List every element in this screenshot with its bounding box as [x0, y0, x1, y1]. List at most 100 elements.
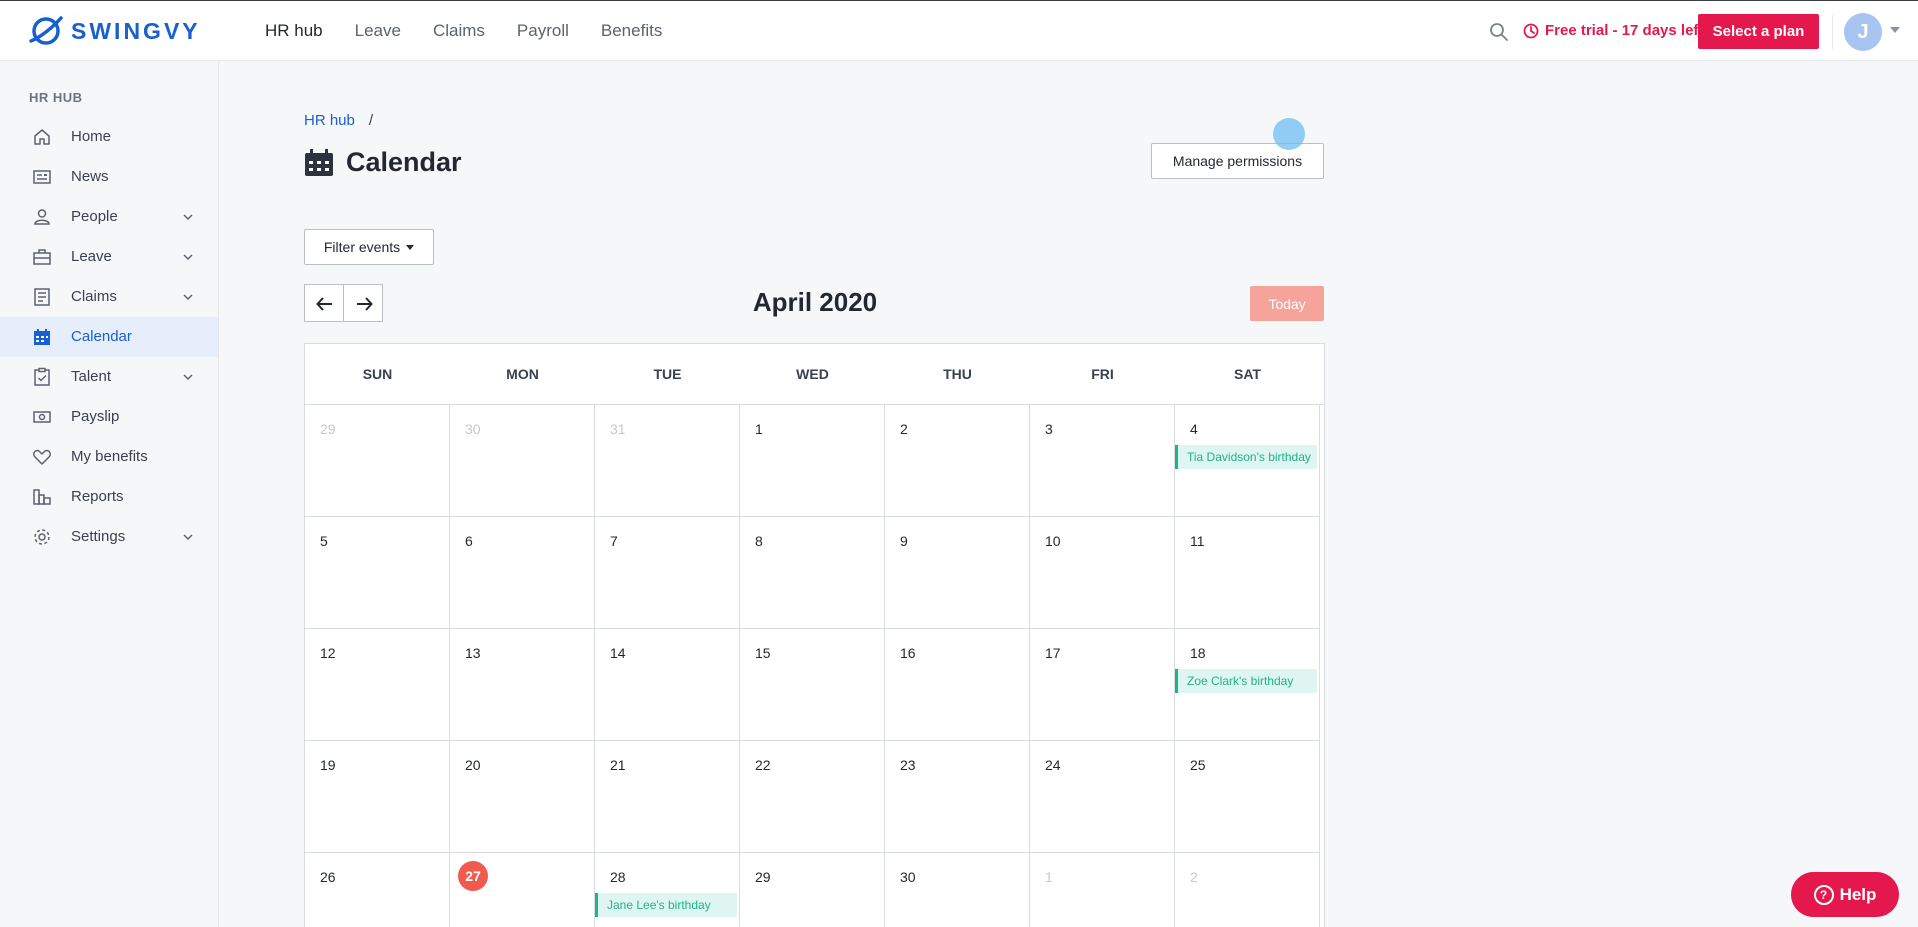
search-icon[interactable] [1489, 22, 1509, 42]
news-icon [33, 170, 51, 184]
calendar-day-cell[interactable]: 10 [1030, 517, 1175, 629]
calendar-day-cell[interactable]: 12 [305, 629, 450, 741]
breadcrumb-hr-hub[interactable]: HR hub [304, 112, 355, 129]
day-number: 15 [755, 645, 771, 661]
day-number: 14 [610, 645, 626, 661]
calendar-day-cell[interactable]: 14 [595, 629, 740, 741]
filter-events-button[interactable]: Filter events [304, 229, 434, 265]
sidebar-item-calendar[interactable]: Calendar [0, 317, 218, 357]
chevron-down-icon[interactable] [182, 371, 194, 383]
calendar-day-cell[interactable]: 19 [305, 741, 450, 853]
calendar-day-cell[interactable]: 27 [450, 853, 595, 927]
page-title-text: Calendar [346, 147, 462, 177]
sidebar-item-my-benefits[interactable]: My benefits [0, 437, 218, 477]
calendar-day-cell[interactable]: 1 [1030, 853, 1175, 927]
calendar-day-cell[interactable]: 9 [885, 517, 1030, 629]
sidebar-item-talent[interactable]: Talent [0, 357, 218, 397]
day-number: 3 [1045, 421, 1053, 437]
calendar-day-cell[interactable]: 2 [885, 405, 1030, 517]
calendar-event-birthday[interactable]: Jane Lee's birthday [595, 893, 737, 917]
calendar-day-cell[interactable]: 20 [450, 741, 595, 853]
day-number: 30 [465, 421, 481, 437]
sidebar-item-news[interactable]: News [0, 157, 218, 197]
calendar-day-cell[interactable]: 7 [595, 517, 740, 629]
topnav-benefits[interactable]: Benefits [601, 21, 662, 41]
calendar-day-cell[interactable]: 18 Zoe Clark's birthday [1175, 629, 1320, 741]
calendar-day-cell[interactable]: 5 [305, 517, 450, 629]
topnav-leave[interactable]: Leave [355, 21, 401, 41]
sidebar-item-payslip[interactable]: Payslip [0, 397, 218, 437]
gear-icon [34, 529, 50, 545]
prev-month-button[interactable] [304, 284, 344, 322]
calendar-day-cell[interactable]: 29 [740, 853, 885, 927]
chevron-down-icon[interactable] [182, 211, 194, 223]
day-number: 2 [1190, 869, 1198, 885]
sidebar: HR HUB Home News People Leave Claims Cal… [0, 62, 219, 927]
clock-icon [1523, 23, 1539, 38]
calendar-day-cell[interactable]: 11 [1175, 517, 1320, 629]
sidebar-item-label: Reports [71, 488, 124, 505]
sidebar-item-people[interactable]: People [0, 197, 218, 237]
calendar-day-cell[interactable]: 29 [305, 405, 450, 517]
calendar-day-cell[interactable]: 21 [595, 741, 740, 853]
calendar-day-cell[interactable]: 1 [740, 405, 885, 517]
today-button[interactable]: Today [1250, 286, 1324, 321]
calendar-day-cell[interactable]: 22 [740, 741, 885, 853]
sidebar-item-reports[interactable]: Reports [0, 477, 218, 517]
sidebar-item-label: Calendar [71, 328, 132, 345]
calendar-day-cell[interactable]: 25 [1175, 741, 1320, 853]
topnav-payroll[interactable]: Payroll [517, 21, 569, 41]
calendar-day-cell[interactable]: 30 [885, 853, 1030, 927]
next-month-button[interactable] [343, 284, 383, 322]
select-plan-button[interactable]: Select a plan [1698, 14, 1819, 49]
sidebar-item-leave[interactable]: Leave [0, 237, 218, 277]
user-avatar[interactable]: J [1844, 13, 1882, 51]
weekday-label: SAT [1234, 366, 1261, 382]
chevron-down-icon[interactable] [182, 251, 194, 263]
calendar-day-cell[interactable]: 13 [450, 629, 595, 741]
topnav-hr-hub[interactable]: HR hub [265, 21, 323, 41]
logo-swoosh-icon [29, 16, 63, 45]
sidebar-item-settings[interactable]: Settings [0, 517, 218, 557]
help-button[interactable]: ? Help [1791, 872, 1899, 917]
calendar-day-cell[interactable]: 2 [1175, 853, 1320, 927]
weekday-label: TUE [653, 366, 682, 382]
free-trial-text: Free trial - 17 days left [1545, 22, 1704, 39]
calendar-day-cell[interactable]: 24 [1030, 741, 1175, 853]
day-number: 31 [610, 421, 626, 437]
calendar-day-cell[interactable]: 4 Tia Davidson's birthday [1175, 405, 1320, 517]
bar-chart-icon [33, 489, 51, 505]
chevron-down-icon[interactable] [182, 531, 194, 543]
calendar-day-cell[interactable]: 26 [305, 853, 450, 927]
day-number: 6 [465, 533, 473, 549]
chevron-down-icon[interactable] [1890, 27, 1900, 33]
swingvy-logo[interactable]: SWINGVY [29, 15, 201, 47]
day-number: 17 [1045, 645, 1061, 661]
calendar-day-cell[interactable]: 28 Jane Lee's birthday [595, 853, 740, 927]
sidebar-item-label: Talent [71, 368, 112, 385]
calendar-event-birthday[interactable]: Zoe Clark's birthday [1175, 669, 1317, 693]
calendar-day-cell[interactable]: 8 [740, 517, 885, 629]
sidebar-item-label: Home [71, 128, 112, 145]
calendar-event-birthday[interactable]: Tia Davidson's birthday [1175, 445, 1317, 469]
briefcase-icon [33, 249, 51, 265]
manage-permissions-button[interactable]: Manage permissions [1151, 143, 1324, 179]
calendar-day-cell[interactable]: 15 [740, 629, 885, 741]
calendar-day-cell[interactable]: 16 [885, 629, 1030, 741]
topnav-claims[interactable]: Claims [433, 21, 485, 41]
sidebar-item-home[interactable]: Home [0, 117, 218, 157]
sidebar-item-claims[interactable]: Claims [0, 277, 218, 317]
calendar-day-cell[interactable]: 3 [1030, 405, 1175, 517]
day-number: 10 [1045, 533, 1061, 549]
calendar-day-cell[interactable]: 6 [450, 517, 595, 629]
day-number: 29 [755, 869, 771, 885]
sidebar-heading: HR HUB [29, 90, 83, 105]
chevron-down-icon[interactable] [182, 291, 194, 303]
calendar-day-cell[interactable]: 30 [450, 405, 595, 517]
sidebar-item-label: My benefits [71, 448, 148, 465]
calendar-weekday-header: SUN MON TUE WED THU FRI SAT [305, 344, 1324, 405]
calendar-day-cell[interactable]: 31 [595, 405, 740, 517]
calendar-day-cell[interactable]: 17 [1030, 629, 1175, 741]
mouse-cursor-indicator [1273, 118, 1305, 150]
calendar-day-cell[interactable]: 23 [885, 741, 1030, 853]
